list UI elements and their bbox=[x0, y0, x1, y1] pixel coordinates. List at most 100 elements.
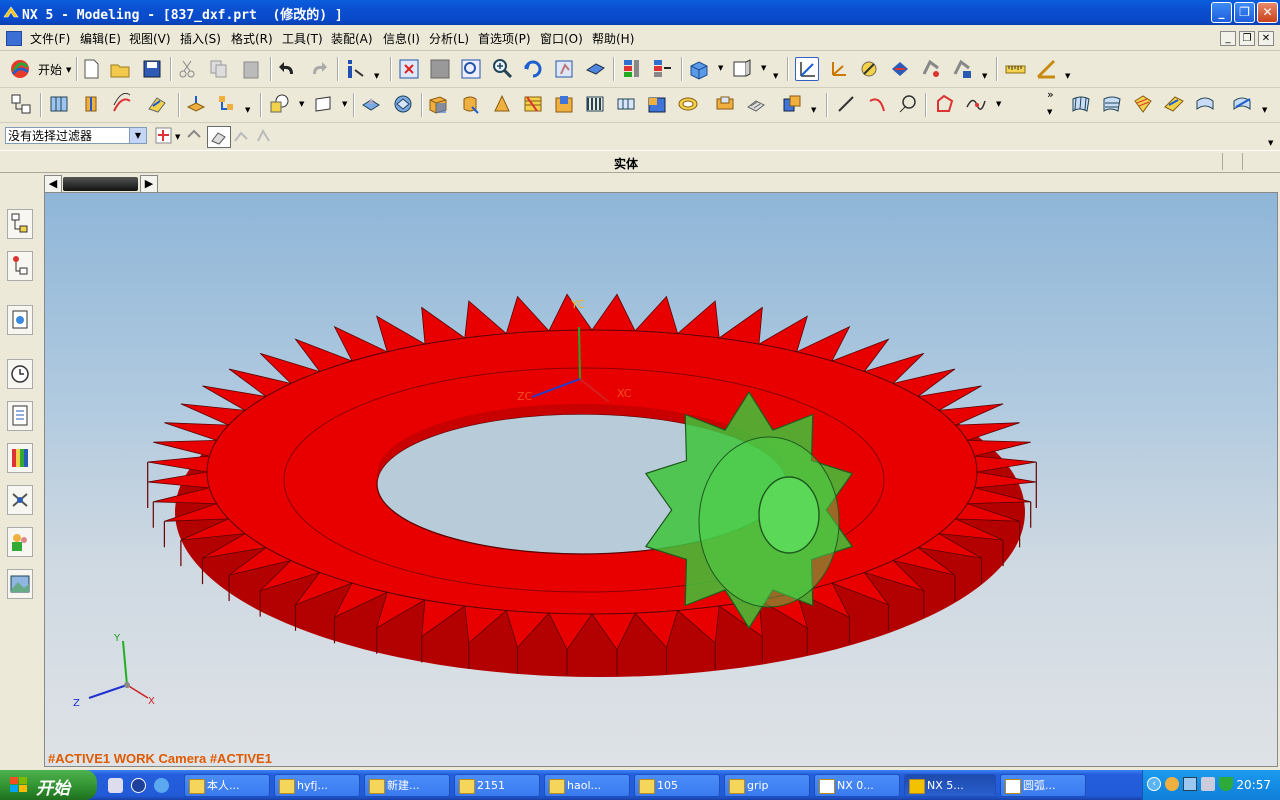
layer-settings-icon[interactable] bbox=[620, 57, 642, 79]
taskbar-item-active[interactable]: NX 5... bbox=[904, 774, 996, 797]
slot-icon[interactable] bbox=[677, 93, 699, 115]
ie-icon[interactable] bbox=[154, 778, 169, 793]
taskbar-item[interactable]: 圆弧... bbox=[1000, 774, 1086, 797]
unite-icon[interactable] bbox=[360, 93, 382, 115]
close-button[interactable]: ✕ bbox=[1257, 2, 1278, 23]
chevron-down-icon[interactable]: ▼ bbox=[129, 128, 146, 143]
paste-icon[interactable] bbox=[240, 58, 262, 80]
taskbar-item[interactable]: 105 bbox=[634, 774, 720, 797]
type-filter-dropdown[interactable]: 没有选择过滤器 ▼ bbox=[5, 127, 147, 144]
move-to-layer-icon[interactable] bbox=[651, 57, 673, 79]
document-icon[interactable] bbox=[6, 31, 22, 46]
view-orientation-icon[interactable] bbox=[688, 58, 710, 80]
hole-icon[interactable] bbox=[553, 93, 575, 115]
gear-model-canvas[interactable]: YC XC ZC Y X Z bbox=[44, 192, 1278, 767]
toolbar-overflow-icon[interactable]: » bbox=[1047, 88, 1054, 101]
tray-expand-icon[interactable]: ‹ bbox=[1147, 777, 1161, 791]
through-curve-mesh-icon[interactable] bbox=[1101, 93, 1123, 115]
menu-information[interactable]: 信息(I) bbox=[383, 30, 420, 47]
circle-icon[interactable] bbox=[897, 93, 919, 115]
polygon-icon[interactable] bbox=[934, 93, 956, 115]
block-icon[interactable] bbox=[427, 93, 449, 115]
quicklaunch-icon[interactable] bbox=[131, 778, 146, 793]
part-navigator-icon[interactable] bbox=[10, 93, 32, 115]
scroll-right-button[interactable]: ▶ bbox=[140, 175, 158, 193]
copy-icon[interactable] bbox=[208, 58, 230, 80]
spline-icon[interactable] bbox=[965, 93, 987, 115]
part-navigator-tab[interactable] bbox=[7, 251, 33, 281]
point-on-curve-icon[interactable] bbox=[232, 127, 250, 145]
measure-angle-icon[interactable] bbox=[1035, 58, 1057, 80]
rotate-icon[interactable] bbox=[522, 58, 544, 80]
groove-icon[interactable] bbox=[714, 93, 736, 115]
taskbar-item[interactable]: haol... bbox=[544, 774, 630, 797]
sphere-icon[interactable] bbox=[522, 93, 544, 115]
restore-button[interactable]: ❐ bbox=[1234, 2, 1255, 23]
information-icon[interactable] bbox=[343, 58, 365, 80]
subtract-icon[interactable] bbox=[392, 93, 414, 115]
save-wcs-icon[interactable] bbox=[951, 58, 973, 80]
pocket-icon[interactable] bbox=[615, 93, 637, 115]
windows-start-button[interactable]: 开始 bbox=[0, 770, 97, 800]
zoom-icon[interactable] bbox=[491, 57, 513, 79]
zoom-window-icon[interactable] bbox=[460, 58, 482, 80]
sew-icon[interactable] bbox=[1231, 93, 1253, 115]
assembly-navigator-tab[interactable] bbox=[7, 209, 33, 239]
cylinder-icon[interactable] bbox=[459, 93, 481, 115]
zoom-box-icon[interactable] bbox=[429, 58, 451, 80]
swept-surface-icon[interactable] bbox=[1132, 93, 1154, 115]
n-sided-surface-icon[interactable] bbox=[1163, 93, 1185, 115]
start-button[interactable]: 开始 ▼ bbox=[6, 57, 72, 81]
taskbar-item[interactable]: NX 0... bbox=[814, 774, 900, 797]
scroll-left-button[interactable]: ◀ bbox=[44, 175, 62, 193]
mdi-minimize-button[interactable]: _ bbox=[1220, 31, 1236, 46]
minimize-button[interactable]: _ bbox=[1211, 2, 1232, 23]
menu-format[interactable]: 格式(R) bbox=[231, 30, 273, 47]
pad-icon[interactable] bbox=[646, 93, 668, 115]
volume-icon[interactable] bbox=[1201, 777, 1215, 791]
menu-help[interactable]: 帮助(H) bbox=[592, 30, 634, 47]
roles-tab[interactable] bbox=[7, 527, 33, 557]
save-icon[interactable] bbox=[141, 58, 163, 80]
cone-icon[interactable] bbox=[491, 93, 513, 115]
taskbar-item[interactable]: 本人... bbox=[184, 774, 270, 797]
system-materials-tab[interactable] bbox=[7, 443, 33, 473]
wcs-rotate-icon[interactable] bbox=[858, 58, 880, 80]
render-style-icon[interactable] bbox=[584, 58, 606, 80]
cut-icon[interactable] bbox=[176, 58, 198, 80]
open-folder-icon[interactable] bbox=[109, 58, 131, 80]
wcs-display-icon[interactable] bbox=[795, 57, 819, 81]
menu-tools[interactable]: 工具(T) bbox=[282, 30, 323, 47]
redo-icon[interactable] bbox=[308, 58, 330, 80]
network-icon[interactable] bbox=[1183, 777, 1197, 791]
snap-point-icon[interactable] bbox=[185, 127, 203, 145]
datum-csys-icon[interactable] bbox=[216, 93, 238, 115]
system-scenes-tab[interactable] bbox=[7, 569, 33, 599]
taskbar-item[interactable]: 2151 bbox=[454, 774, 540, 797]
revolve-icon[interactable] bbox=[80, 93, 102, 115]
sweep-icon[interactable] bbox=[111, 93, 133, 115]
part-tab[interactable] bbox=[63, 177, 138, 191]
new-file-icon[interactable] bbox=[80, 58, 102, 80]
taskbar-item[interactable]: grip bbox=[724, 774, 810, 797]
qq-icon[interactable] bbox=[1165, 777, 1179, 791]
undo-icon[interactable] bbox=[276, 58, 298, 80]
quick-pick-icon[interactable] bbox=[255, 127, 273, 145]
wcs-dynamics-icon[interactable] bbox=[920, 58, 942, 80]
wcs-orient-icon[interactable] bbox=[889, 58, 911, 80]
security-shield-icon[interactable] bbox=[1219, 777, 1233, 791]
display-mode-icon[interactable] bbox=[731, 58, 753, 80]
datum-plane-icon[interactable] bbox=[184, 93, 206, 115]
menu-analysis[interactable]: 分析(L) bbox=[429, 30, 469, 47]
graphics-window[interactable]: YC XC ZC Y X Z bbox=[44, 192, 1278, 767]
mdi-restore-button[interactable]: ❐ bbox=[1239, 31, 1255, 46]
pattern-feature-icon[interactable] bbox=[781, 93, 803, 115]
line-icon[interactable] bbox=[835, 93, 857, 115]
menu-view[interactable]: 视图(V) bbox=[129, 30, 171, 47]
menu-edit[interactable]: 编辑(E) bbox=[80, 30, 121, 47]
sketch-icon[interactable] bbox=[312, 93, 334, 115]
measure-distance-icon[interactable] bbox=[1004, 58, 1026, 80]
extrude-icon[interactable] bbox=[48, 93, 70, 115]
boss-icon[interactable] bbox=[584, 93, 606, 115]
taskbar-item[interactable]: 新建... bbox=[364, 774, 450, 797]
